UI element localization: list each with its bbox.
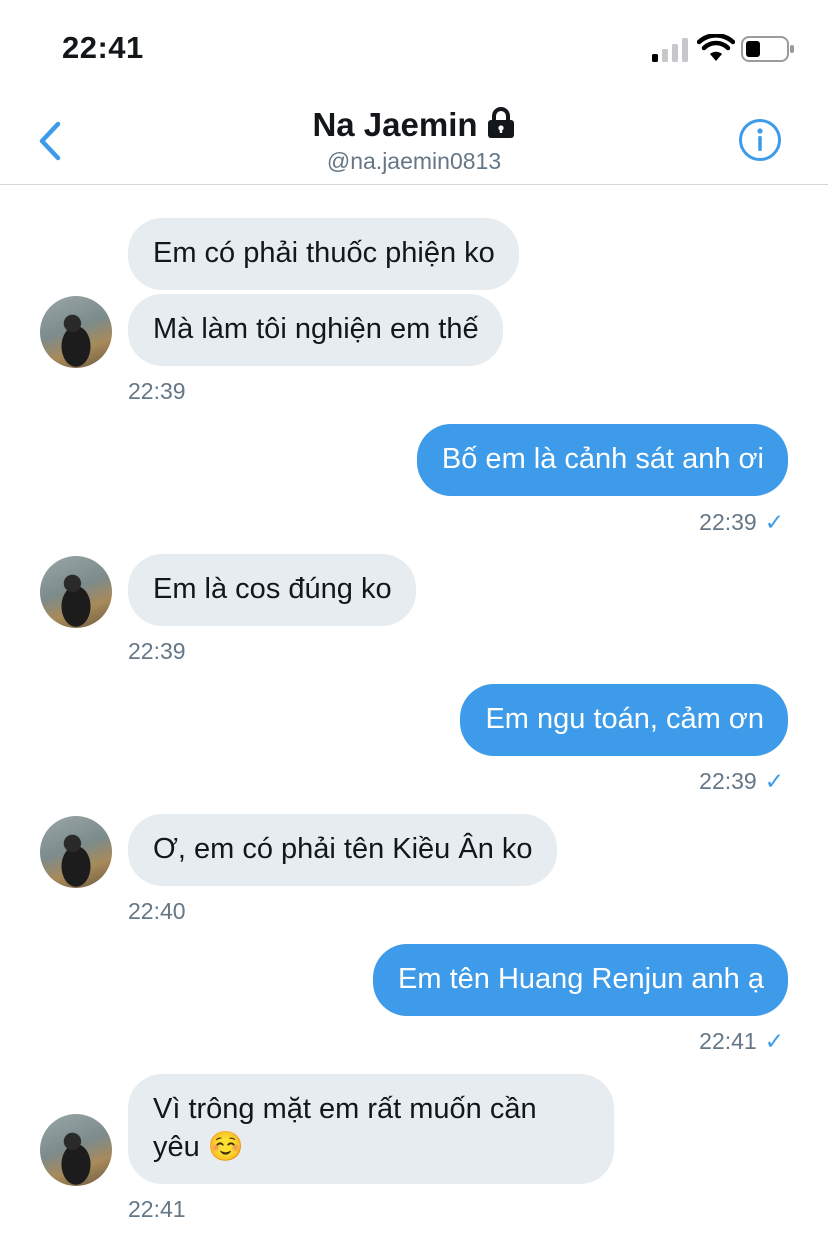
read-check-icon: ✓ — [764, 1028, 784, 1054]
status-bar: 22:41 — [0, 0, 828, 96]
wifi-icon — [697, 34, 735, 61]
message-bubble: Em là cos đúng ko — [128, 554, 416, 626]
message-timestamp-row: 22:39 ✓ — [699, 509, 784, 536]
message-bubble: Vì trông mặt em rất muốn cần yêu ☺️ — [128, 1074, 614, 1184]
message-bubble: Mà làm tôi nghiện em thế — [128, 294, 503, 366]
message-timestamp: 22:41 — [699, 1028, 757, 1054]
message-bubble: Em ngu toán, cảm ơn — [460, 684, 788, 756]
message-received[interactable]: Ơ, em có phải tên Kiều Ân ko — [128, 814, 557, 886]
message-bubble: Bố em là cảnh sát anh ơi — [416, 424, 788, 496]
title-wrap[interactable]: Na Jaemin — [0, 106, 828, 144]
message-timestamp-row: 22:39 ✓ — [699, 768, 784, 795]
message-received[interactable]: Em có phải thuốc phiện ko — [128, 218, 519, 290]
avatar[interactable] — [40, 1114, 112, 1186]
message-sent[interactable]: Em ngu toán, cảm ơn — [460, 684, 788, 756]
conversation-header: Na Jaemin @na.jaemin0813 — [0, 96, 828, 185]
message-timestamp: 22:39 — [128, 378, 186, 404]
status-time: 22:41 — [62, 30, 144, 65]
message-timestamp: 22:39 — [699, 768, 757, 794]
avatar[interactable] — [40, 556, 112, 628]
read-check-icon: ✓ — [764, 509, 784, 535]
message-received[interactable]: Vì trông mặt em rất muốn cần yêu ☺️ — [128, 1074, 614, 1184]
message-received[interactable]: Mà làm tôi nghiện em thế — [128, 294, 503, 366]
message-timestamp: 22:41 — [128, 1196, 186, 1222]
message-timestamp: 22:39 — [128, 638, 186, 664]
info-icon[interactable] — [738, 118, 782, 162]
message-bubble: Em tên Huang Renjun anh ạ — [373, 944, 788, 1016]
avatar[interactable] — [40, 296, 112, 368]
message-timestamp-row: 22:41 ✓ — [699, 1028, 784, 1055]
signal-icon — [652, 38, 688, 62]
conversation-title: Na Jaemin — [312, 106, 478, 143]
lock-icon — [487, 107, 514, 138]
message-bubble: Em có phải thuốc phiện ko — [128, 218, 519, 290]
message-sent[interactable]: Em tên Huang Renjun anh ạ — [373, 944, 788, 1016]
battery-icon — [741, 36, 794, 62]
avatar[interactable] — [40, 816, 112, 888]
message-sent[interactable]: Bố em là cảnh sát anh ơi — [416, 424, 788, 496]
message-timestamp: 22:40 — [128, 898, 186, 924]
message-bubble: Ơ, em có phải tên Kiều Ân ko — [128, 814, 557, 886]
message-timestamp: 22:39 — [699, 509, 757, 535]
read-check-icon: ✓ — [764, 768, 784, 794]
message-received[interactable]: Em là cos đúng ko — [128, 554, 416, 626]
conversation-handle: @na.jaemin0813 — [326, 148, 502, 174]
